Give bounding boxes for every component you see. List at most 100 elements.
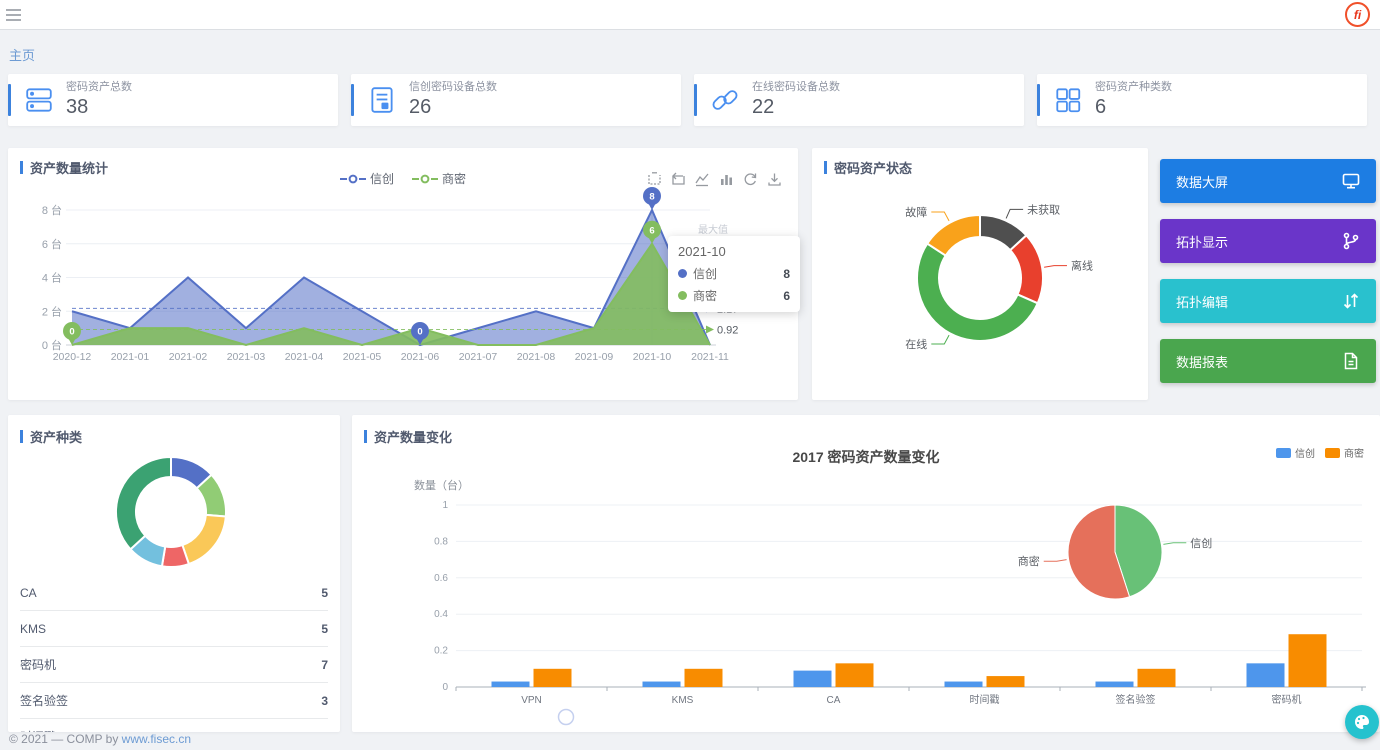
asset-status-donut-chart[interactable]: 未获取离线在线故障 (812, 178, 1148, 396)
svg-text:2021-01: 2021-01 (111, 351, 150, 363)
asset-types-donut-chart[interactable] (8, 445, 340, 580)
button-topology-view[interactable]: 拓扑显示 (1160, 219, 1376, 263)
svg-text:0: 0 (417, 327, 422, 338)
title-accent (364, 430, 367, 443)
svg-text:时间戳: 时间戳 (970, 693, 1000, 706)
topology-icon (1342, 232, 1360, 250)
svg-text:8: 8 (649, 192, 654, 203)
brand-logo-icon[interactable]: fi (1345, 2, 1370, 27)
zoom-select-icon[interactable] (647, 172, 662, 187)
theme-switcher-button[interactable] (1345, 705, 1379, 739)
stat-card-asset-kinds: 密码资产种类数 6 (1037, 74, 1367, 126)
svg-text:信创: 信创 (1190, 537, 1212, 550)
link-icon (710, 85, 740, 115)
tooltip-date: 2021-10 (678, 244, 790, 259)
svg-text:0.4: 0.4 (434, 609, 448, 620)
legend-item-shangmi[interactable]: 商密 (1325, 445, 1364, 460)
svg-text:2021-05: 2021-05 (343, 351, 382, 363)
document-icon (367, 85, 397, 115)
svg-text:0: 0 (69, 327, 74, 338)
svg-text:2021-10: 2021-10 (633, 351, 672, 363)
button-topology-edit[interactable]: 拓扑编辑 (1160, 279, 1376, 323)
svg-text:0.6: 0.6 (434, 573, 448, 584)
bar-switch-icon[interactable] (719, 172, 734, 187)
panel-header: 资产种类 (20, 427, 82, 446)
palette-icon (1353, 713, 1371, 731)
stat-card-xinchuang-devices: 信创密码设备总数 26 (351, 74, 681, 126)
svg-text:0.92: 0.92 (717, 324, 738, 336)
series-dot-icon (678, 269, 687, 278)
zoom-reset-icon[interactable] (671, 172, 686, 187)
stat-value: 38 (66, 95, 132, 119)
svg-text:数量（台）: 数量（台） (414, 478, 469, 492)
svg-text:2021-03: 2021-03 (227, 351, 266, 363)
tooltip-row: 信创8 (678, 265, 790, 282)
panel-title: 资产数量变化 (374, 427, 452, 446)
panel-asset-change: 资产数量变化 2017 密码资产数量变化 信创 商密 数量（台）00.20.40… (352, 415, 1380, 732)
list-item: 签名验签3 (20, 683, 328, 719)
svg-text:密码机: 密码机 (1272, 693, 1302, 706)
panel-header: 资产数量变化 (364, 427, 452, 446)
svg-text:2021-11: 2021-11 (691, 351, 729, 363)
monitor-icon (1342, 172, 1360, 190)
svg-text:商密: 商密 (1018, 554, 1040, 568)
card-accent (8, 84, 11, 116)
svg-text:6: 6 (649, 225, 654, 236)
chart-tooltip: 2021-10 信创8 商密6 (668, 236, 800, 312)
breadcrumb-home[interactable]: 主页 (9, 45, 35, 64)
stat-value: 22 (752, 95, 840, 119)
title-accent (824, 161, 827, 174)
stat-label: 在线密码设备总数 (752, 81, 840, 94)
card-accent (1037, 84, 1040, 116)
line-switch-icon[interactable] (695, 172, 710, 187)
legend-item-shangmi[interactable]: 商密 (412, 170, 466, 187)
top-navbar: fi (0, 0, 1380, 30)
button-data-screen[interactable]: 数据大屏 (1160, 159, 1376, 203)
asset-change-bar-chart[interactable]: 数量（台）00.20.40.60.81VPNKMSCA时间戳签名验签密码机信创商… (352, 475, 1380, 727)
hamburger-menu-icon[interactable] (6, 9, 21, 21)
legend-item-xinchuang[interactable]: 信创 (340, 170, 394, 187)
series-dot-icon (678, 291, 687, 300)
legend-item-xinchuang[interactable]: 信创 (1276, 445, 1315, 460)
svg-text:0 台: 0 台 (42, 338, 62, 352)
svg-text:0.8: 0.8 (434, 536, 448, 547)
svg-text:最大值: 最大值 (698, 223, 728, 236)
svg-text:2 台: 2 台 (42, 304, 62, 318)
panel-title: 密码资产状态 (834, 158, 912, 177)
stat-value: 26 (409, 95, 497, 119)
panel-asset-status: 密码资产状态 未获取离线在线故障 (812, 148, 1148, 400)
svg-text:8 台: 8 台 (42, 203, 62, 217)
stat-cards-row: 密码资产总数 38 信创密码设备总数 26 在线密码设备总数 22 (8, 74, 1367, 126)
swatch-icon (1325, 448, 1340, 458)
chart-toolbox (647, 172, 782, 187)
refresh-icon[interactable] (743, 172, 758, 187)
svg-text:6 台: 6 台 (42, 237, 62, 251)
panel-asset-types: 资产种类 CA5 KMS5 密码机7 签名验签3 时间戳4 (8, 415, 340, 732)
list-item: KMS5 (20, 611, 328, 647)
bar-chart-title: 2017 密码资产数量变化 (352, 447, 1380, 467)
svg-text:2021-09: 2021-09 (575, 351, 614, 363)
svg-text:故障: 故障 (905, 205, 927, 219)
svg-text:VPN: VPN (521, 695, 542, 706)
svg-text:2021-04: 2021-04 (285, 351, 324, 363)
stat-card-total-assets: 密码资产总数 38 (8, 74, 338, 126)
footer-link[interactable]: www.fisec.cn (122, 732, 191, 746)
panel-asset-count-statistics: 资产数量统计 信创 商密 0 台2 台4 台6 台8 台2020-122021-… (8, 148, 798, 400)
svg-text:2021-06: 2021-06 (401, 351, 440, 363)
svg-text:2021-02: 2021-02 (169, 351, 208, 363)
panel-title: 资产种类 (30, 427, 82, 446)
quick-actions: 数据大屏 拓扑显示 拓扑编辑 数据报表 (1160, 159, 1376, 383)
svg-text:离线: 离线 (1071, 259, 1093, 273)
panel-header: 密码资产状态 (824, 158, 912, 177)
download-icon[interactable] (767, 172, 782, 187)
report-icon (1342, 352, 1360, 370)
button-data-report[interactable]: 数据报表 (1160, 339, 1376, 383)
card-accent (694, 84, 697, 116)
stat-label: 密码资产总数 (66, 81, 132, 94)
swatch-icon (1276, 448, 1291, 458)
svg-text:1: 1 (442, 500, 448, 511)
svg-text:签名验签: 签名验签 (1116, 693, 1156, 706)
grid-icon (1053, 85, 1083, 115)
dashboard-page: fi 主页 密码资产总数 38 信创密码设备总数 26 (0, 0, 1380, 750)
list-item: 密码机7 (20, 647, 328, 683)
